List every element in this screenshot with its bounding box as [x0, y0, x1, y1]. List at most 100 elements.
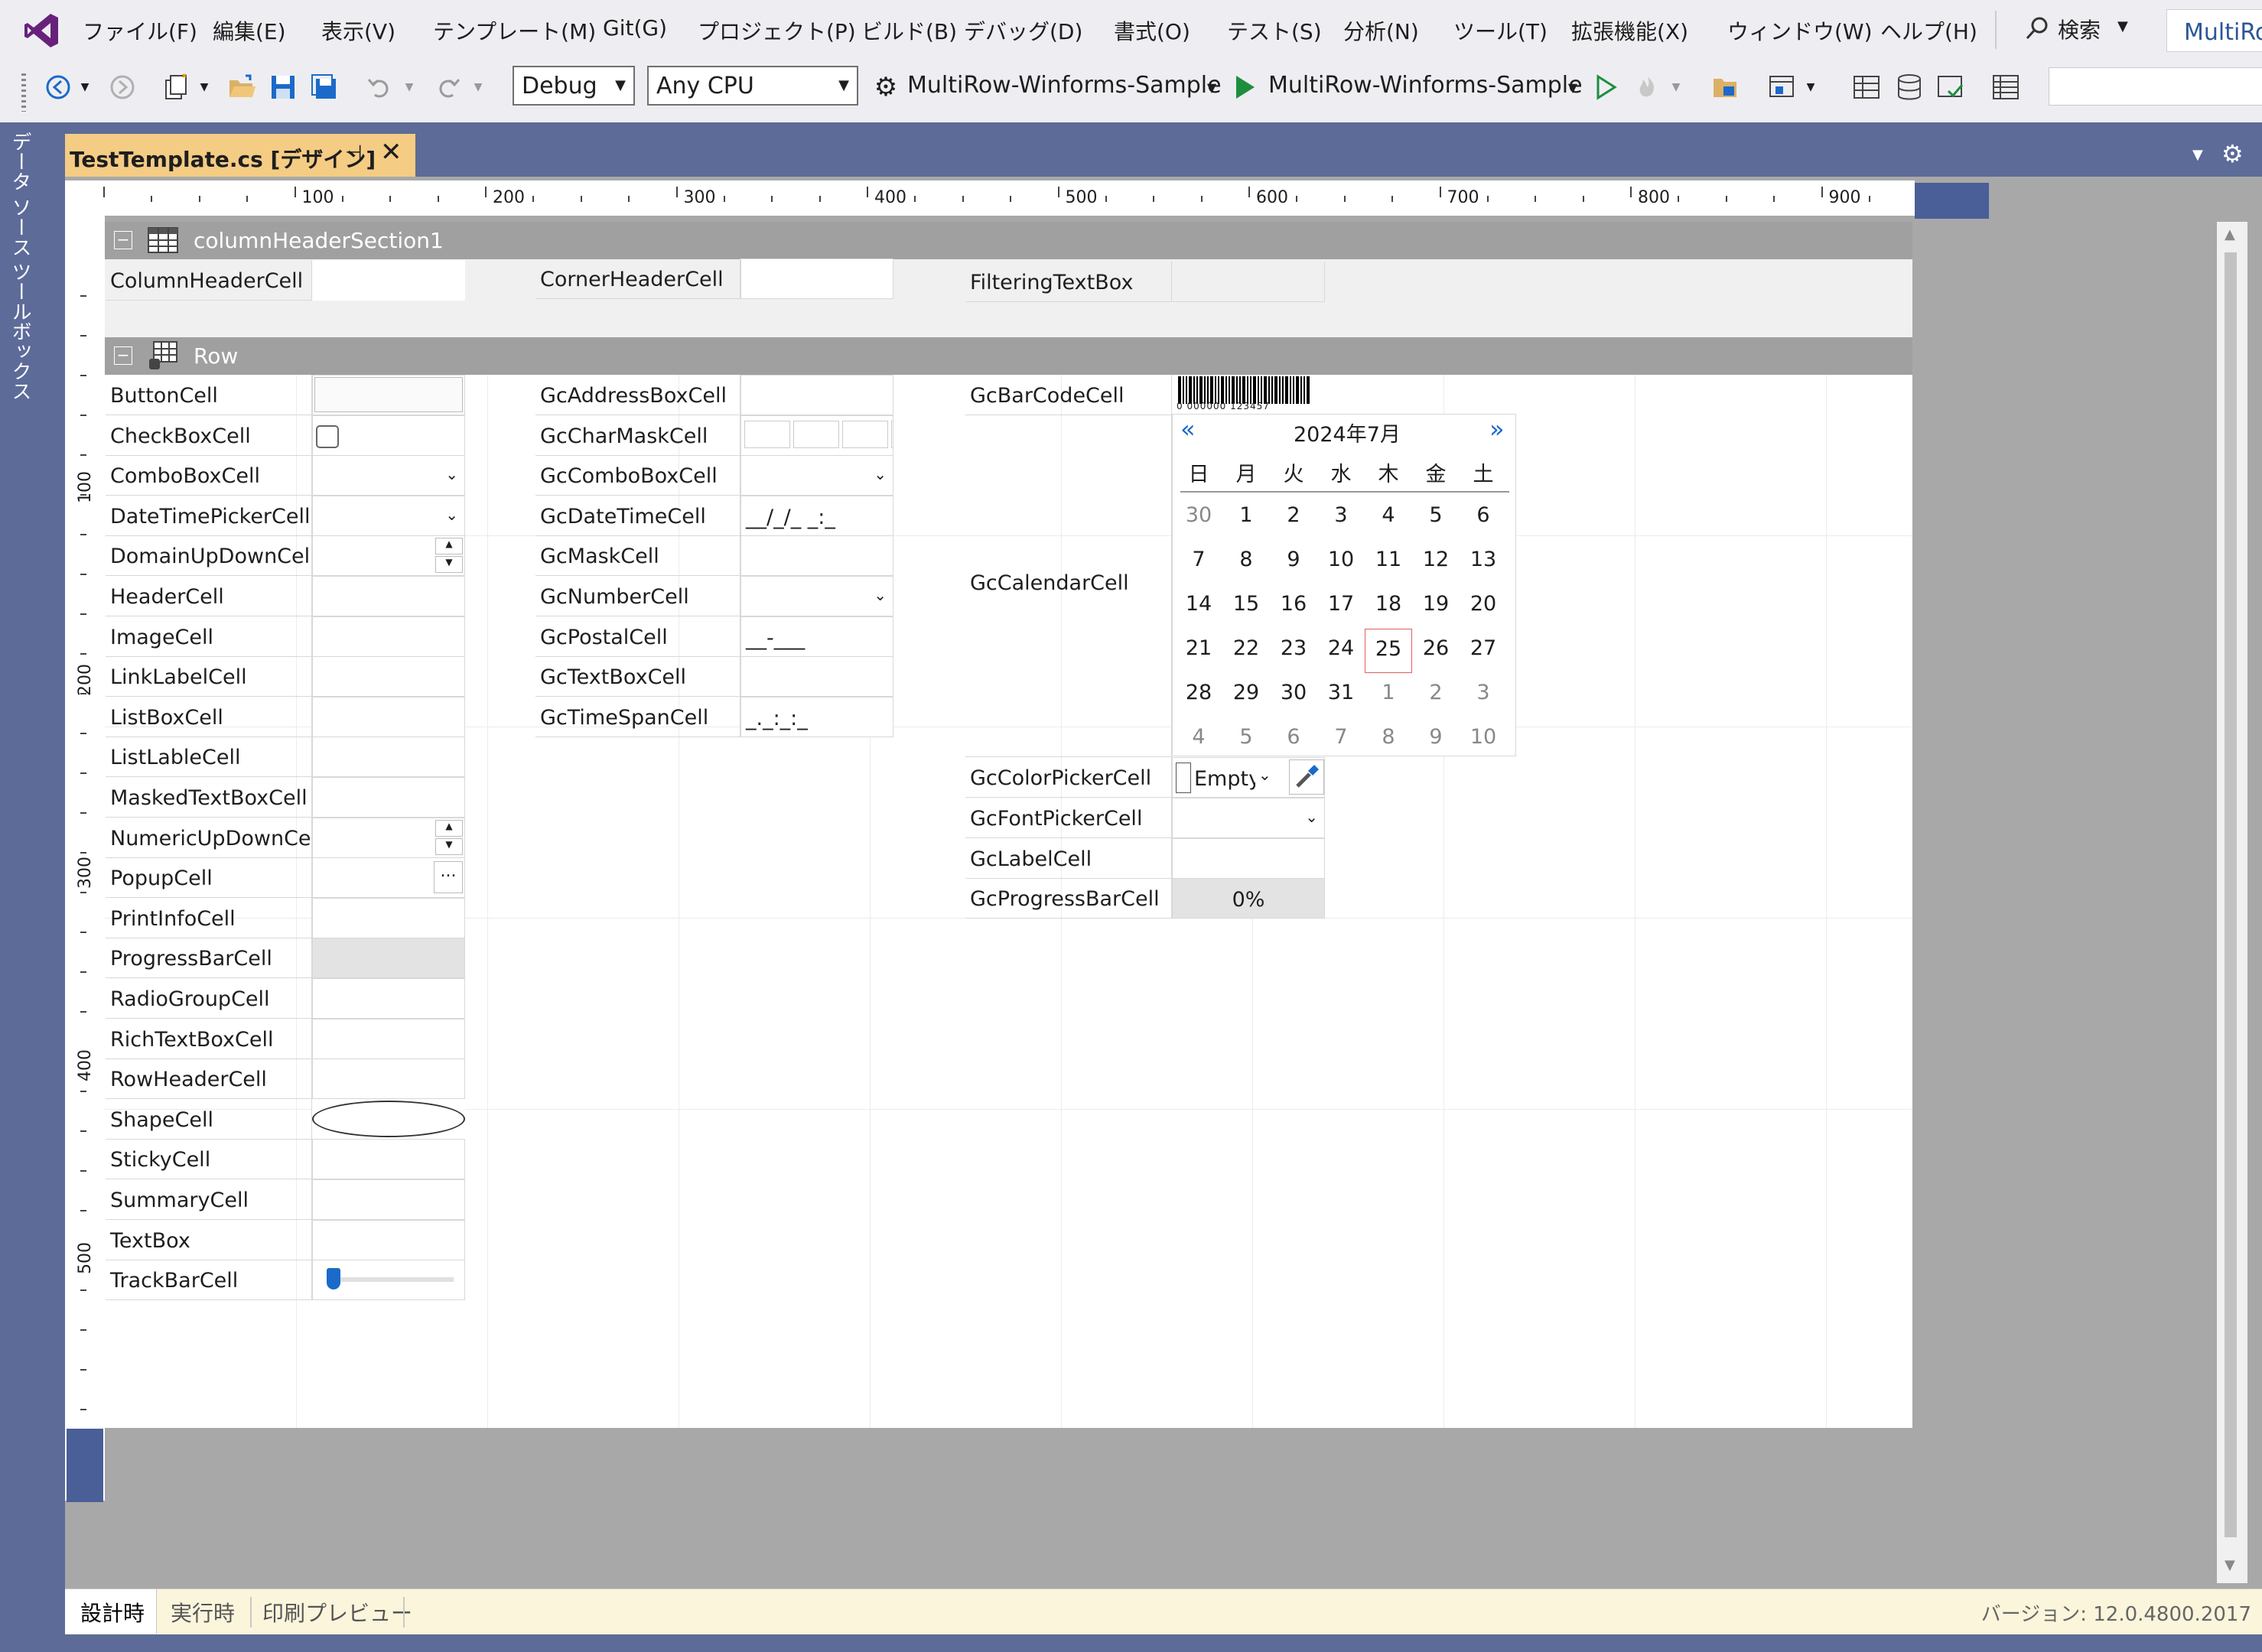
cell-value-richtextboxcell[interactable] — [312, 1018, 465, 1059]
calendar-day[interactable]: 2 — [1270, 503, 1317, 527]
cell-value-gcbarcodecell[interactable]: 0 000000 123457 — [1172, 375, 1325, 415]
chevron-down-icon[interactable]: ▼ — [76, 72, 93, 102]
chevron-down-icon[interactable]: ⌄ — [445, 465, 458, 483]
visual-studio-logo-icon[interactable] — [21, 11, 61, 50]
cell-label-imagecell[interactable]: ImageCell — [106, 616, 312, 657]
cell-value-textbox[interactable] — [312, 1219, 465, 1260]
char-box[interactable] — [842, 420, 888, 448]
checkbox-box[interactable] — [316, 424, 339, 448]
popup-button[interactable]: ... — [434, 861, 463, 894]
menu-item-7[interactable]: ビルド(B) — [861, 15, 957, 46]
calendar-day[interactable]: 28 — [1175, 681, 1222, 704]
cell-label-gcdatetimecell[interactable]: GcDateTimeCell — [535, 495, 740, 536]
collapse-icon[interactable]: − — [114, 346, 132, 365]
calendar-day[interactable]: 17 — [1317, 592, 1365, 616]
calendar-day[interactable]: 23 — [1270, 636, 1317, 660]
forward-icon[interactable] — [107, 72, 138, 102]
solution-configuration-combo[interactable]: Debug ▼ — [513, 66, 635, 106]
calendar-day[interactable]: 16 — [1270, 592, 1317, 616]
cell-value-popupcell[interactable]: ... — [312, 857, 465, 899]
cell-value-gccolorpickercell[interactable]: Empty ⌄ — [1172, 757, 1325, 798]
new-project-icon[interactable] — [161, 72, 191, 102]
calendar-day[interactable]: 26 — [1412, 636, 1460, 660]
cell-label-gccolorpickercell[interactable]: GcColorPickerCell — [965, 757, 1172, 798]
cell-label-rowheadercell[interactable]: RowHeaderCell — [106, 1059, 312, 1100]
calendar-day[interactable]: 12 — [1412, 548, 1460, 571]
cell-value-gccomboboxcell[interactable]: ⌄ — [740, 455, 893, 496]
calendar-day[interactable]: 5 — [1222, 725, 1270, 749]
cell-value-gctimespancell[interactable]: _._:_:_ — [740, 696, 893, 737]
calendar-control[interactable]: « 2024年7月 » 日月火水木金土 30 1 2 3 4 5 6 7 8 9 10 11 12 13 1… — [1172, 414, 1516, 756]
cell-label-gccomboboxcell[interactable]: GcComboBoxCell — [535, 455, 740, 496]
back-icon[interactable] — [43, 72, 73, 102]
calendar-day[interactable]: 27 — [1460, 636, 1507, 660]
calendar-day[interactable]: 3 — [1317, 503, 1365, 527]
menu-item-6[interactable]: プロジェクト(P) — [698, 15, 856, 46]
cell-value-radiogroupcell[interactable] — [312, 978, 465, 1019]
cell-value-gcpostalcell[interactable]: __-___ — [740, 616, 893, 657]
char-box[interactable] — [891, 420, 893, 448]
template-grid-icon[interactable] — [1851, 72, 1882, 102]
cell-value-linklabelcell[interactable] — [312, 656, 465, 698]
cell-label-gcmaskcell[interactable]: GcMaskCell — [535, 535, 740, 577]
start-without-debugging-icon[interactable] — [1591, 72, 1622, 102]
cell-label-headercell[interactable]: HeaderCell — [106, 576, 312, 616]
calendar-day[interactable]: 1 — [1222, 503, 1270, 527]
toolbox-tab[interactable]: ツールボックス — [6, 262, 34, 401]
cell-label-gctimespancell[interactable]: GcTimeSpanCell — [535, 696, 740, 737]
calendar-day[interactable]: 7 — [1175, 548, 1222, 571]
collapse-icon[interactable]: − — [114, 231, 132, 249]
calendar-next-button[interactable]: » — [1489, 415, 1505, 444]
calendar-day[interactable]: 30 — [1270, 681, 1317, 704]
chevron-down-icon[interactable]: ▼ — [1203, 72, 1221, 102]
chevron-down-icon[interactable]: ▼ — [1802, 72, 1819, 102]
column-header-cell[interactable]: ColumnHeaderCell — [106, 260, 312, 301]
cell-label-popupcell[interactable]: PopupCell — [106, 857, 312, 899]
startup-project-label[interactable]: MultiRow-Winforms-Sample — [907, 72, 1222, 99]
calendar-day[interactable]: 6 — [1460, 503, 1507, 527]
cell-value-rowheadercell[interactable] — [312, 1059, 465, 1100]
column-layout-icon[interactable] — [1990, 72, 2021, 102]
spin-up-icon[interactable]: ▲ — [435, 819, 463, 837]
save-all-icon[interactable] — [309, 72, 340, 102]
pin-icon[interactable]: ⊣ — [345, 141, 363, 164]
cell-value-gclabelcell[interactable] — [1172, 838, 1325, 879]
column-header-cell-value[interactable] — [312, 260, 465, 301]
menu-item-1[interactable]: ファイル(F) — [83, 15, 197, 46]
cell-label-progressbarcell[interactable]: ProgressBarCell — [106, 938, 312, 979]
cell-label-stickycell[interactable]: StickyCell — [106, 1139, 312, 1180]
corner-header-cell[interactable]: CornerHeaderCell — [535, 259, 740, 299]
calendar-day[interactable]: 5 — [1412, 503, 1460, 527]
menu-item-2[interactable]: 編集(E) — [213, 15, 286, 46]
cell-value-progressbarcell[interactable] — [312, 938, 465, 979]
cell-value-gccharmaskcell[interactable] — [740, 415, 893, 456]
menu-item-11[interactable]: 分析(N) — [1343, 15, 1419, 46]
calendar-day[interactable]: 30 — [1175, 503, 1222, 527]
scroll-thumb[interactable] — [2225, 252, 2237, 1537]
calendar-day[interactable]: 11 — [1365, 548, 1412, 571]
database-icon[interactable] — [1894, 72, 1925, 102]
track-thumb-icon[interactable] — [327, 1268, 340, 1290]
tab-runtime[interactable]: 実行時 — [171, 1597, 235, 1628]
vertical-scrollbar[interactable]: ▲ ▼ — [2217, 222, 2247, 1583]
char-box[interactable] — [744, 420, 790, 448]
data-sources-tab[interactable]: データ ソース — [6, 132, 34, 257]
redo-icon[interactable] — [433, 72, 464, 102]
calendar-day[interactable]: 22 — [1222, 636, 1270, 660]
chevron-down-icon[interactable]: ▼ — [401, 72, 418, 102]
color-swatch[interactable] — [1176, 763, 1191, 793]
cell-label-gcpostalcell[interactable]: GcPostalCell — [535, 616, 740, 657]
cell-label-gcaddressboxcell[interactable]: GcAddressBoxCell — [535, 375, 740, 415]
cell-value-numericupdowncell[interactable]: ▲ ▼ — [312, 817, 465, 858]
cell-label-gccharmaskcell[interactable]: GcCharMaskCell — [535, 415, 740, 456]
run-target-label[interactable]: MultiRow-Winforms-Sample — [1268, 72, 1583, 99]
menu-item-5[interactable]: Git(G) — [603, 15, 667, 41]
calendar-day[interactable]: 14 — [1175, 592, 1222, 616]
cell-value-gcdatetimecell[interactable]: __/_/_ _:_ — [740, 495, 893, 536]
menu-item-14[interactable]: ウィンドウ(W) — [1727, 15, 1873, 46]
toolbar-search-field[interactable] — [2049, 67, 2262, 106]
column-header-section-bar[interactable]: − columnHeaderSection1 — [105, 222, 1912, 259]
cell-label-linklabelcell[interactable]: LinkLabelCell — [106, 656, 312, 698]
chevron-down-icon[interactable]: ⌄ — [874, 465, 887, 483]
open-folder-icon[interactable] — [226, 72, 257, 102]
